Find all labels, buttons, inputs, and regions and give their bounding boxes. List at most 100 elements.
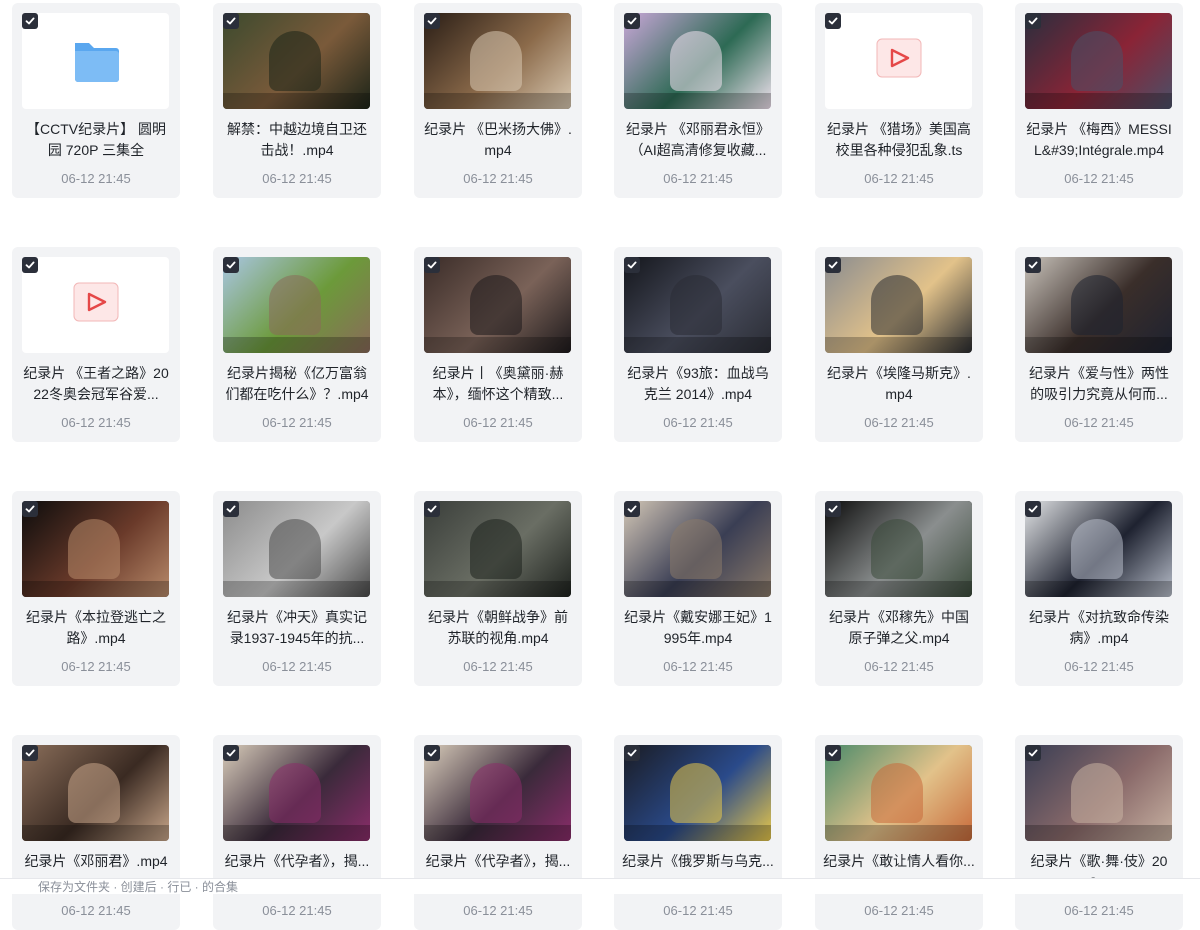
video-thumbnail[interactable]	[825, 257, 972, 353]
file-name[interactable]: 纪录片《冲天》真实记录1937-1945年的抗...	[221, 607, 373, 649]
file-name[interactable]: 纪录片《代孕者》，揭...	[422, 851, 574, 872]
checkbox-checked-icon[interactable]	[424, 13, 440, 29]
video-thumbnail[interactable]	[22, 501, 169, 597]
file-card[interactable]: 纪录片《邓稼先》中国原子弹之父.mp4 06-12 21:45	[815, 491, 983, 686]
checkbox-checked-icon[interactable]	[424, 745, 440, 761]
file-name[interactable]: 纪录片《对抗致命传染病》.mp4	[1023, 607, 1175, 649]
folder-icon[interactable]	[22, 13, 169, 109]
file-name[interactable]: 纪录片《敢让情人看你...	[823, 851, 975, 872]
file-card[interactable]: 纪录片《代孕者》，揭... 06-12 21:45	[213, 735, 381, 930]
video-thumbnail[interactable]	[624, 257, 771, 353]
file-card[interactable]: 纪录片《歌·舞·伎》202...06-12 21:45	[1015, 735, 1183, 930]
video-thumbnail[interactable]	[424, 501, 571, 597]
file-card[interactable]: 【CCTV纪录片】 圆明园 720P 三集全 06-12 21:45	[12, 3, 180, 198]
file-date: 06-12 21:45	[262, 659, 332, 674]
file-card[interactable]: 纪录片 《巴米扬大佛》.mp4 06-12 21:45	[414, 3, 582, 198]
file-name[interactable]: 纪录片《代孕者》，揭...	[221, 851, 373, 872]
checkbox-checked-icon[interactable]	[1025, 501, 1041, 517]
file-card[interactable]: 纪录片《埃隆马斯克》.mp4 06-12 21:45	[815, 247, 983, 442]
file-card[interactable]: 纪录片《朝鲜战争》前苏联的视角.mp4 06-12 21:45	[414, 491, 582, 686]
file-card[interactable]: 纪录片《93旅：血战乌克兰 2014》.mp4 06-12 21:45	[614, 247, 782, 442]
file-card[interactable]: 纪录片《爱与性》两性的吸引力究竟从何而... 06-12 21:45	[1015, 247, 1183, 442]
video-thumbnail[interactable]	[624, 501, 771, 597]
file-name[interactable]: 纪录片《朝鲜战争》前苏联的视角.mp4	[422, 607, 574, 649]
file-name[interactable]: 纪录片 《梅西》MESSI L&#39;Intégrale.mp4	[1023, 119, 1175, 161]
file-name[interactable]: 纪录片《俄罗斯与乌克...	[622, 851, 774, 872]
checkbox-checked-icon[interactable]	[223, 501, 239, 517]
checkbox-checked-icon[interactable]	[825, 745, 841, 761]
file-card[interactable]: 纪录片《代孕者》，揭... 06-12 21:45	[414, 735, 582, 930]
checkbox-checked-icon[interactable]	[624, 501, 640, 517]
checkbox-checked-icon[interactable]	[825, 257, 841, 273]
file-name[interactable]: 纪录片 《猎场》美国高校里各种侵犯乱象.ts	[823, 119, 975, 161]
video-thumbnail[interactable]	[1025, 745, 1172, 841]
file-name[interactable]: 纪录片《邓稼先》中国原子弹之父.mp4	[823, 607, 975, 649]
video-thumbnail[interactable]	[223, 501, 370, 597]
file-card[interactable]: 纪录片丨《奥黛丽·赫本》，缅怀这个精致... 06-12 21:45	[414, 247, 582, 442]
checkbox-checked-icon[interactable]	[825, 501, 841, 517]
file-name[interactable]: 纪录片丨《奥黛丽·赫本》，缅怀这个精致...	[422, 363, 574, 405]
video-thumbnail[interactable]	[825, 745, 972, 841]
file-card[interactable]: 纪录片 《王者之路》2022冬奥会冠军谷爱... 06-12 21:45	[12, 247, 180, 442]
file-name[interactable]: 纪录片 《王者之路》2022冬奥会冠军谷爱...	[20, 363, 172, 405]
checkbox-checked-icon[interactable]	[624, 13, 640, 29]
file-date: 06-12 21:45	[864, 903, 934, 918]
checkbox-checked-icon[interactable]	[624, 745, 640, 761]
file-card[interactable]: 纪录片《戴安娜王妃》1995年.mp4 06-12 21:45	[614, 491, 782, 686]
file-name[interactable]: 纪录片 《巴米扬大佛》.mp4	[422, 119, 574, 161]
file-card[interactable]: 纪录片 《邓丽君永恒》（AI超高清修复收藏... 06-12 21:45	[614, 3, 782, 198]
file-name[interactable]: 纪录片《埃隆马斯克》.mp4	[823, 363, 975, 405]
video-thumbnail[interactable]	[1025, 501, 1172, 597]
file-date: 06-12 21:45	[262, 903, 332, 918]
file-name[interactable]: 纪录片《爱与性》两性的吸引力究竟从何而...	[1023, 363, 1175, 405]
checkbox-checked-icon[interactable]	[223, 13, 239, 29]
file-name[interactable]: 纪录片《本拉登逃亡之路》.mp4	[20, 607, 172, 649]
file-card[interactable]: 纪录片《敢让情人看你... 06-12 21:45	[815, 735, 983, 930]
file-card[interactable]: 解禁：中越边境自卫还击战！.mp4 06-12 21:45	[213, 3, 381, 198]
checkbox-checked-icon[interactable]	[424, 257, 440, 273]
video-thumbnail[interactable]	[223, 745, 370, 841]
checkbox-checked-icon[interactable]	[22, 745, 38, 761]
file-name[interactable]: 纪录片《93旅：血战乌克兰 2014》.mp4	[622, 363, 774, 405]
file-card[interactable]: 纪录片 《猎场》美国高校里各种侵犯乱象.ts 06-12 21:45	[815, 3, 983, 198]
file-card[interactable]: 纪录片《本拉登逃亡之路》.mp4 06-12 21:45	[12, 491, 180, 686]
video-thumbnail[interactable]	[424, 257, 571, 353]
file-name[interactable]: 纪录片《戴安娜王妃》1995年.mp4	[622, 607, 774, 649]
checkbox-checked-icon[interactable]	[1025, 13, 1041, 29]
video-thumbnail[interactable]	[424, 13, 571, 109]
checkbox-checked-icon[interactable]	[223, 257, 239, 273]
file-date: 06-12 21:45	[61, 659, 131, 674]
video-file-icon[interactable]	[825, 13, 972, 109]
file-name[interactable]: 解禁：中越边境自卫还击战！.mp4	[221, 119, 373, 161]
file-name[interactable]: 纪录片 《邓丽君永恒》（AI超高清修复收藏...	[622, 119, 774, 161]
checkbox-checked-icon[interactable]	[424, 501, 440, 517]
file-card[interactable]: 纪录片 《梅西》MESSI L&#39;Intégrale.mp4 06-12 2…	[1015, 3, 1183, 198]
video-thumbnail[interactable]	[1025, 13, 1172, 109]
video-thumbnail[interactable]	[223, 13, 370, 109]
file-card[interactable]: 纪录片《俄罗斯与乌克... 06-12 21:45	[614, 735, 782, 930]
checkbox-checked-icon[interactable]	[22, 13, 38, 29]
video-thumbnail[interactable]	[1025, 257, 1172, 353]
video-thumbnail[interactable]	[624, 13, 771, 109]
file-card[interactable]: 纪录片《冲天》真实记录1937-1945年的抗... 06-12 21:45	[213, 491, 381, 686]
checkbox-checked-icon[interactable]	[223, 745, 239, 761]
checkbox-checked-icon[interactable]	[1025, 745, 1041, 761]
file-name[interactable]: 【CCTV纪录片】 圆明园 720P 三集全	[20, 119, 172, 161]
file-card[interactable]: 纪录片揭秘《亿万富翁们都在吃什么》？.mp4 06-12 21:45	[213, 247, 381, 442]
file-card[interactable]: 纪录片《对抗致命传染病》.mp4 06-12 21:45	[1015, 491, 1183, 686]
video-thumbnail[interactable]	[223, 257, 370, 353]
checkbox-checked-icon[interactable]	[22, 501, 38, 517]
checkbox-checked-icon[interactable]	[825, 13, 841, 29]
file-name[interactable]: 纪录片《邓丽君》.mp4	[20, 851, 172, 872]
checkbox-checked-icon[interactable]	[624, 257, 640, 273]
video-thumbnail[interactable]	[825, 501, 972, 597]
file-date: 06-12 21:45	[262, 415, 332, 430]
video-thumbnail[interactable]	[424, 745, 571, 841]
file-card[interactable]: 纪录片《邓丽君》.mp4 06-12 21:45	[12, 735, 180, 930]
checkbox-checked-icon[interactable]	[1025, 257, 1041, 273]
video-thumbnail[interactable]	[624, 745, 771, 841]
file-name[interactable]: 纪录片揭秘《亿万富翁们都在吃什么》？.mp4	[221, 363, 373, 405]
video-thumbnail[interactable]	[22, 745, 169, 841]
checkbox-checked-icon[interactable]	[22, 257, 38, 273]
video-file-icon[interactable]	[22, 257, 169, 353]
